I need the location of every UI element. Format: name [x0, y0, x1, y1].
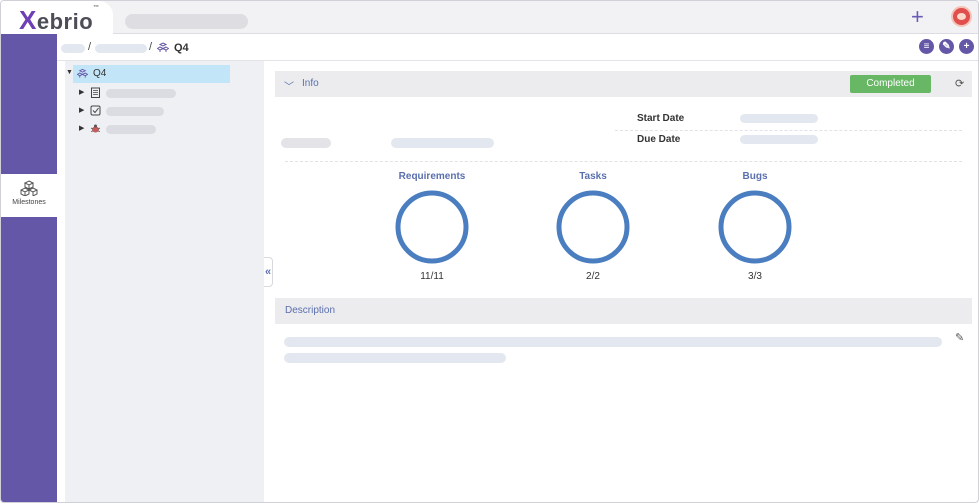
- tree-node-bugs[interactable]: ▶: [65, 120, 264, 138]
- tree-node-label-placeholder: [106, 89, 176, 98]
- xebrio-logo[interactable]: Xebrio™: [19, 5, 100, 36]
- logo-tab: Xebrio™: [1, 1, 113, 36]
- left-nav: Milestones: [1, 34, 57, 502]
- breadcrumb-separator: /: [149, 41, 153, 53]
- add-button[interactable]: +: [959, 39, 974, 54]
- main-content: ﹀ Info Completed ⟳ Start Date Due Date R…: [275, 61, 972, 502]
- start-date-label: Start Date: [637, 113, 685, 124]
- stat-label: Bugs: [742, 171, 768, 182]
- chevron-down-icon[interactable]: ﹀: [284, 78, 294, 93]
- start-date-value: [740, 114, 818, 123]
- stat-value: 3/3: [748, 271, 762, 282]
- tree-panel: ▼ Q4 ▶ ▶ ▶: [65, 61, 264, 502]
- tree-node-root[interactable]: ▼ Q4: [65, 65, 264, 83]
- nav-item-milestones[interactable]: Milestones: [1, 174, 57, 217]
- collapse-panel-button[interactable]: «: [264, 257, 273, 287]
- progress-ring: [395, 190, 469, 264]
- info-field-placeholder: [281, 138, 331, 148]
- collapse-arrow-icon[interactable]: ▼: [66, 69, 73, 76]
- description-title: Description: [285, 305, 336, 316]
- tree-node-requirements[interactable]: ▶: [65, 84, 264, 102]
- task-icon: [90, 105, 101, 116]
- top-search-placeholder[interactable]: [125, 14, 248, 29]
- breadcrumb-current: Q4: [174, 42, 189, 54]
- stat-label: Requirements: [398, 171, 466, 182]
- add-icon[interactable]: +: [911, 5, 924, 29]
- stat-bugs[interactable]: Bugs 3/3: [705, 171, 805, 282]
- info-field-placeholder: [391, 138, 494, 148]
- stat-value: 11/11: [420, 271, 444, 282]
- breadcrumb-item[interactable]: [61, 44, 85, 53]
- pencil-icon[interactable]: ✎: [955, 331, 964, 344]
- stat-requirements[interactable]: Requirements 11/11: [382, 171, 482, 282]
- status-badge[interactable]: Completed: [850, 75, 931, 93]
- top-bar: Xebrio™ +: [1, 1, 978, 36]
- description-text-placeholder: [284, 353, 506, 363]
- stat-label: Tasks: [579, 171, 607, 182]
- tree-node-tasks[interactable]: ▶: [65, 102, 264, 120]
- info-section-header[interactable]: ﹀ Info Completed ⟳: [275, 71, 972, 97]
- expand-arrow-icon[interactable]: ▶: [79, 106, 84, 114]
- breadcrumb-item[interactable]: [95, 44, 147, 53]
- expand-arrow-icon[interactable]: ▶: [79, 88, 84, 96]
- due-date-value: [740, 135, 818, 144]
- milestone-icon: [157, 42, 169, 52]
- progress-ring: [718, 190, 792, 264]
- tree-node-label-placeholder: [106, 125, 156, 134]
- field-divider: [615, 130, 962, 131]
- tree-node-label-placeholder: [106, 107, 164, 116]
- stats-divider: [285, 161, 962, 162]
- add-list-button[interactable]: ≡: [919, 39, 934, 54]
- edit-button[interactable]: ✎: [939, 39, 954, 54]
- stat-value: 2/2: [586, 271, 600, 282]
- app-window: Xebrio™ + Milestones / / Q4 ≡ ✎ + ▼ Q4 ▶…: [0, 0, 979, 503]
- progress-ring: [556, 190, 630, 264]
- bug-icon: [90, 124, 101, 133]
- nav-label-milestones: Milestones: [12, 199, 46, 206]
- clipboard-icon: [91, 87, 100, 98]
- due-date-label: Due Date: [637, 134, 681, 145]
- user-avatar[interactable]: [951, 6, 972, 27]
- cubes-icon: [20, 180, 38, 196]
- tree-node-label: Q4: [93, 68, 107, 79]
- refresh-icon[interactable]: ⟳: [955, 77, 964, 90]
- description-text-placeholder: [284, 337, 942, 347]
- stat-tasks[interactable]: Tasks 2/2: [543, 171, 643, 282]
- expand-arrow-icon[interactable]: ▶: [79, 124, 84, 132]
- milestone-icon: [77, 68, 88, 78]
- info-title: Info: [302, 78, 319, 89]
- breadcrumb-separator: /: [88, 41, 92, 53]
- description-section-header[interactable]: Description: [275, 298, 972, 324]
- breadcrumb: / / Q4 ≡ ✎ +: [57, 34, 978, 61]
